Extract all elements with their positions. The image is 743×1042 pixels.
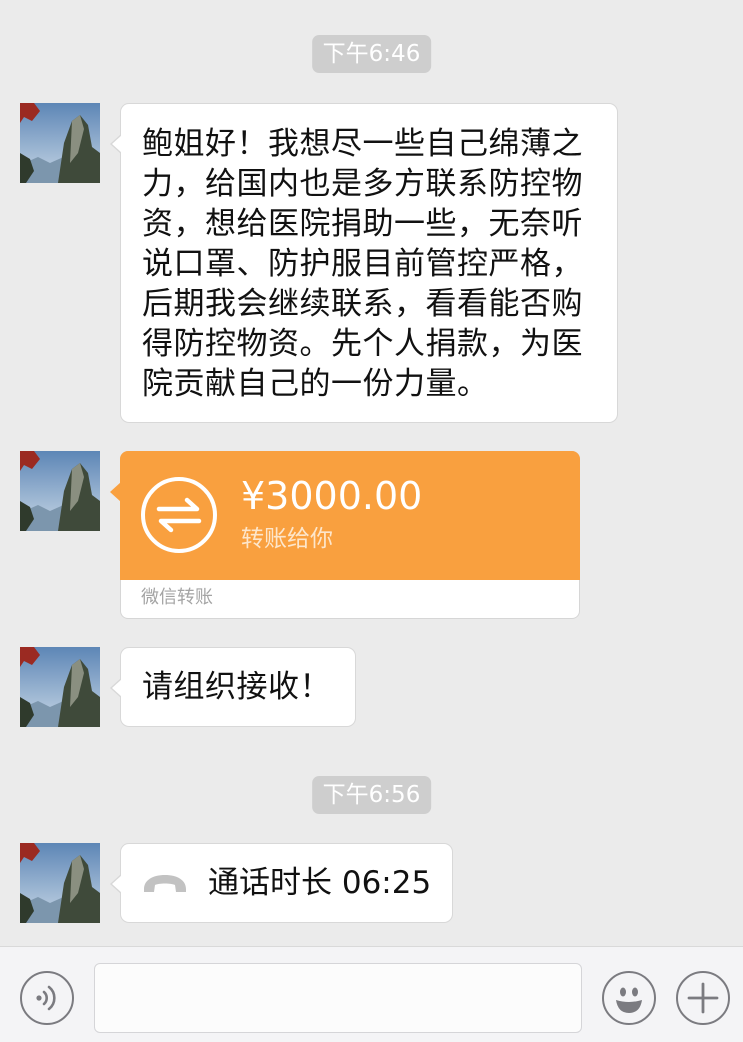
voice-icon (36, 985, 56, 1011)
voice-button[interactable] (20, 971, 74, 1025)
transfer-footer: 微信转账 (141, 587, 213, 608)
input-bar (0, 946, 743, 1042)
sender-avatar[interactable] (20, 103, 100, 183)
call-duration-label: 通话时长 06:25 (208, 865, 432, 901)
message-text: 鲍姐好！我想尽一些自己绵薄之 力，给国内也是多方联系防控物 资，想给医院捐助一些… (142, 126, 583, 402)
timestamp-1: 下午6:46 (311, 35, 432, 73)
message-bubble-text[interactable]: 请组织接收！ (110, 647, 356, 727)
transfer-card-header: ¥3000.00 转账给你 (120, 451, 580, 580)
message-input[interactable] (94, 963, 582, 1033)
transfer-subtitle: 转账给你 (241, 526, 333, 552)
chat-area: 下午6:46 鲍姐好！我想尽一些自己绵薄之 力，给国内也是多方联系防控物 资，想… (0, 0, 743, 946)
sender-avatar[interactable] (20, 451, 100, 531)
add-button[interactable] (676, 971, 730, 1025)
emoji-icon (616, 987, 642, 1013)
plus-icon (687, 982, 719, 1014)
phone-hangup-icon (144, 875, 186, 892)
call-record-bubble[interactable]: 通话时长 06:25 (110, 843, 453, 923)
sender-avatar[interactable] (20, 843, 100, 923)
timestamp-2: 下午6:56 (311, 776, 432, 814)
transfer-card[interactable]: ¥3000.00 转账给你 微信转账 (110, 451, 580, 619)
transfer-amount: ¥3000.00 (241, 474, 423, 518)
message-text: 请组织接收！ (142, 669, 331, 705)
sender-avatar[interactable] (20, 647, 100, 727)
message-bubble-text[interactable]: 鲍姐好！我想尽一些自己绵薄之 力，给国内也是多方联系防控物 资，想给医院捐助一些… (110, 103, 618, 423)
emoji-button[interactable] (602, 971, 656, 1025)
transfer-arrows-icon (141, 477, 217, 553)
